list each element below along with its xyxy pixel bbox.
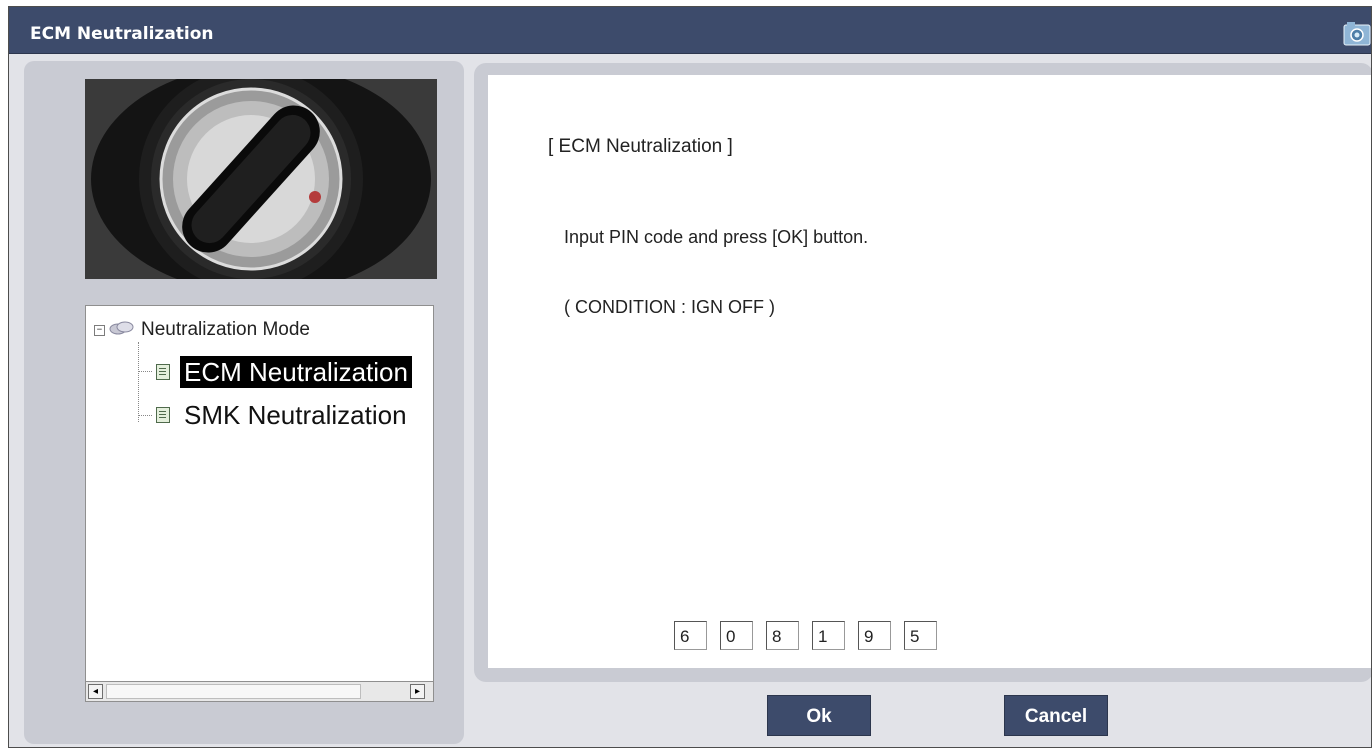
horizontal-scrollbar[interactable]: ◂ ▸	[85, 681, 434, 702]
dialog-window: ECM Neutralization − Neutralization Mode…	[8, 6, 1372, 748]
instruction-text: Input PIN code and press [OK] button.	[564, 227, 869, 247]
expand-collapse-icon[interactable]: −	[94, 324, 105, 336]
tree-root-node[interactable]: − Neutralization Mode	[94, 319, 310, 341]
pin-digit-input[interactable]: 9	[858, 621, 891, 650]
tree-item-label: ECM Neutralization	[180, 356, 412, 388]
content-area: [ ECM Neutralization ] Input PIN code an…	[488, 75, 1371, 668]
pin-input-group: 6 0 8 1 9 5	[674, 621, 937, 650]
right-panel: [ ECM Neutralization ] Input PIN code an…	[474, 63, 1371, 682]
tree-item-ecm-neutralization[interactable]: ECM Neutralization	[156, 356, 412, 388]
condition-text: ( CONDITION : IGN OFF )	[564, 297, 775, 317]
ignition-key-photo	[85, 79, 437, 279]
scroll-left-button[interactable]: ◂	[88, 684, 103, 699]
title-bar: ECM Neutralization	[9, 7, 1371, 54]
camera-icon[interactable]	[1343, 21, 1371, 47]
left-panel: − Neutralization Mode ECM Neutralization…	[24, 61, 464, 744]
document-icon	[156, 407, 170, 423]
pin-digit-input[interactable]: 8	[766, 621, 799, 650]
pin-digit-input[interactable]: 0	[720, 621, 753, 650]
tree-connector	[138, 342, 139, 422]
scroll-thumb[interactable]	[106, 684, 361, 699]
tree-connector	[138, 415, 152, 416]
document-icon	[156, 364, 170, 380]
scroll-right-button[interactable]: ▸	[410, 684, 425, 699]
pin-digit-input[interactable]: 1	[812, 621, 845, 650]
tree-connector	[138, 371, 152, 372]
tree-item-label: SMK Neutralization	[184, 400, 407, 430]
tree-item-smk-neutralization[interactable]: SMK Neutralization	[156, 399, 411, 431]
panel-title: [ ECM Neutralization ]	[548, 136, 733, 157]
cancel-button[interactable]: Cancel	[1004, 695, 1108, 736]
tree-root-label: Neutralization Mode	[141, 319, 310, 340]
group-icon	[109, 320, 135, 340]
pin-digit-input[interactable]: 6	[674, 621, 707, 650]
ok-button[interactable]: Ok	[767, 695, 871, 736]
window-title: ECM Neutralization	[30, 24, 214, 44]
pin-digit-input[interactable]: 5	[904, 621, 937, 650]
mode-tree: − Neutralization Mode ECM Neutralization…	[85, 305, 434, 702]
